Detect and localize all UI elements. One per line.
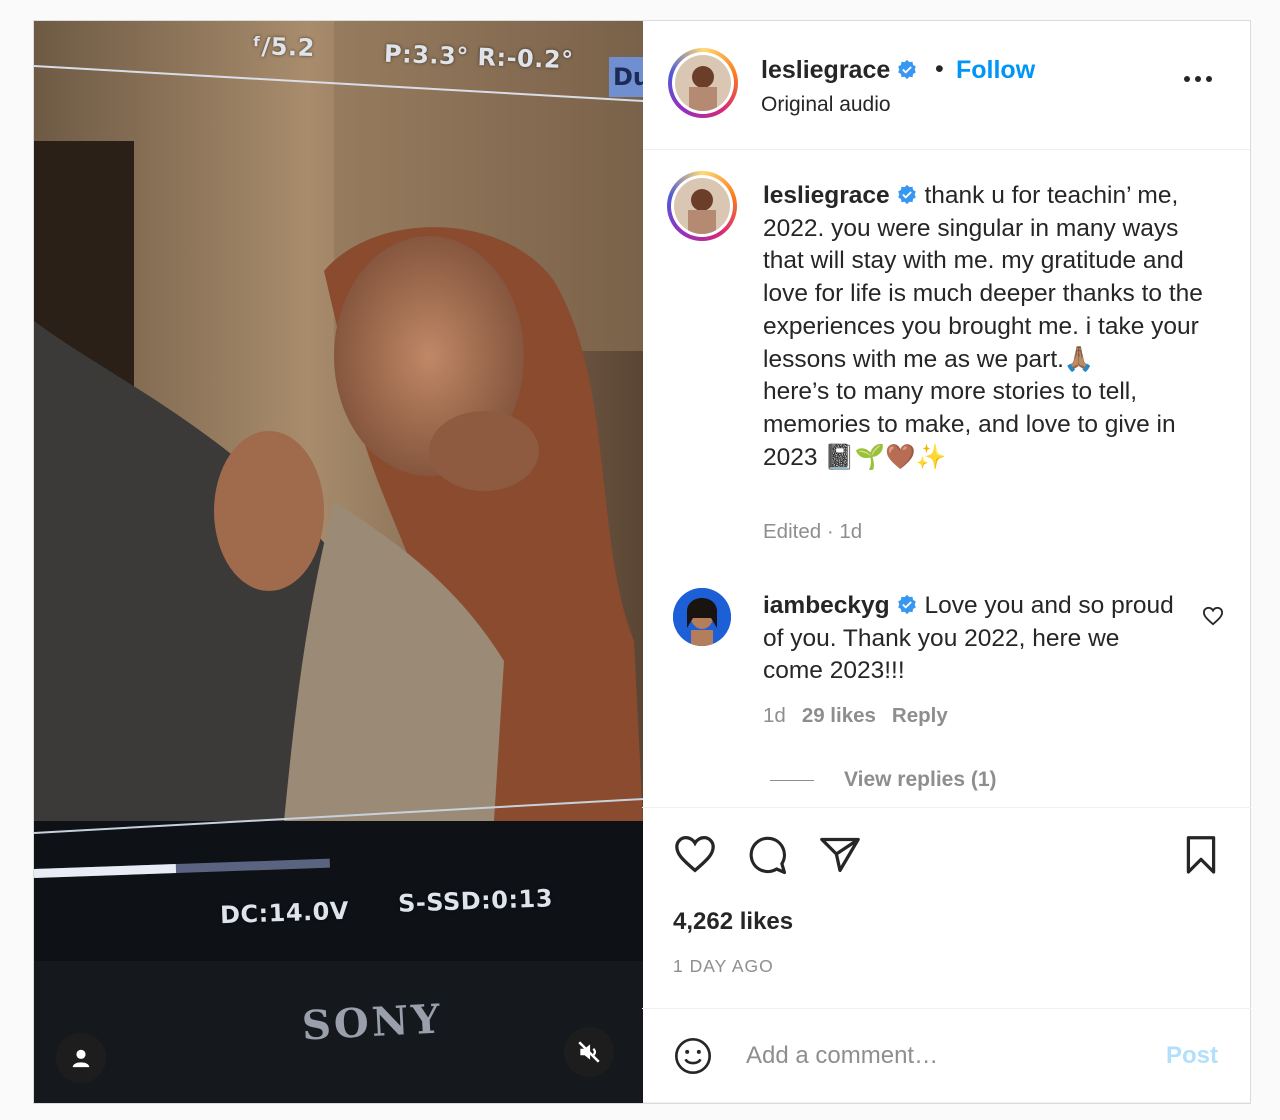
hud-fstop: ᶠ/5.2	[251, 31, 316, 63]
comment-like-heart-icon[interactable]	[1202, 606, 1224, 626]
caption-meta: Edited · 1d	[763, 520, 863, 543]
comment-meta: 1d 29 likes Reply	[763, 704, 964, 728]
view-replies-line	[770, 779, 814, 781]
post-timestamp[interactable]: 1 DAY AGO	[673, 956, 774, 977]
hud-voltage: DC:14.0V	[219, 896, 350, 930]
caption-author-avatar[interactable]	[667, 171, 737, 241]
comment-body: iambeckyg Love you and so proud of you. …	[763, 590, 1183, 688]
verified-badge-icon	[897, 594, 916, 615]
share-icon[interactable]	[818, 834, 862, 874]
commenter-avatar-image	[673, 588, 731, 646]
post-likes-count[interactable]: 4,262 likes	[673, 908, 793, 936]
heart-icon[interactable]	[673, 834, 717, 874]
verified-badge-icon	[897, 184, 916, 205]
comment-input[interactable]	[744, 1030, 1128, 1082]
view-replies-button[interactable]: View replies (1)	[770, 768, 997, 792]
caption-author-avatar-image	[674, 178, 730, 234]
emoji-icon[interactable]	[673, 1036, 713, 1076]
caption-text-2: here’s to many more stories to tell, mem…	[763, 378, 1176, 471]
video-frame-image	[34, 21, 643, 1103]
monitor-brand: SONY	[300, 995, 444, 1050]
side-panel-content: lesliegrace thank u for teachin’ me, 202…	[642, 20, 1251, 1104]
bookmark-icon[interactable]	[1183, 834, 1219, 874]
hud-du-badge: Du	[609, 57, 643, 97]
reel-video[interactable]: ᶠ/5.2 P:3.3° R:-0.2° Du DC:14.0V S-SSD:0…	[34, 21, 643, 1103]
caption-username[interactable]: lesliegrace	[763, 182, 890, 209]
comment-likes[interactable]: 29 likes	[802, 704, 876, 727]
post-caption: lesliegrace thank u for teachin’ me, 202…	[763, 180, 1223, 474]
caption-text: thank u for teachin’ me, 2022. you were …	[763, 182, 1203, 373]
divider	[642, 807, 1251, 808]
mute-toggle-button[interactable]	[564, 1027, 614, 1077]
commenter-avatar[interactable]	[673, 588, 731, 646]
comment-icon[interactable]	[746, 834, 788, 876]
comment-reply-button[interactable]: Reply	[892, 704, 948, 727]
comment-composer: Post	[642, 1008, 1251, 1102]
post-comment-button[interactable]: Post	[1166, 1042, 1218, 1070]
tagged-people-button[interactable]	[56, 1033, 106, 1083]
speaker-muted-icon	[578, 1041, 600, 1063]
hud-ssd: S-SSD:0:13	[397, 884, 554, 918]
person-tag-icon	[72, 1049, 90, 1068]
view-replies-label: View replies (1)	[844, 768, 997, 791]
comment-time: 1d	[763, 704, 786, 727]
commenter-username[interactable]: iambeckyg	[763, 592, 890, 619]
